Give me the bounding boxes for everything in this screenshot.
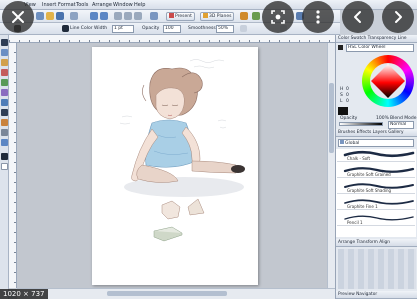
menu-tools[interactable]: Tools xyxy=(76,2,88,8)
tools-palette xyxy=(0,35,9,299)
node-tool-icon[interactable] xyxy=(1,49,8,56)
opacity-label: Opacity xyxy=(142,26,160,31)
brush-item-label: Graphite Soft Grained xyxy=(347,172,391,177)
fill-tool-icon[interactable] xyxy=(1,79,8,86)
ruler-vertical xyxy=(9,43,17,288)
opacity-slider[interactable] xyxy=(339,122,383,126)
next-image-button[interactable] xyxy=(382,1,414,33)
save-icon[interactable] xyxy=(56,12,64,20)
background-color-swatch[interactable] xyxy=(1,163,8,170)
brush-item[interactable]: Chalk - Soft xyxy=(337,149,415,162)
horizontal-scrollbar[interactable] xyxy=(17,288,335,299)
brush-item[interactable]: Pencil 1 xyxy=(337,213,415,226)
lens-icon xyxy=(271,10,285,24)
line-color-swatch[interactable] xyxy=(62,25,69,32)
brush-tool-left-icon[interactable] xyxy=(1,69,8,76)
image-dimensions-badge: 1020 × 737 xyxy=(0,289,48,299)
shape-tool-icon[interactable] xyxy=(252,12,260,20)
redo-icon[interactable] xyxy=(100,12,108,20)
chevron-right-icon xyxy=(395,11,402,23)
menu-arrange[interactable]: Arrange xyxy=(92,2,112,8)
close-button[interactable] xyxy=(2,1,34,33)
brush-item[interactable]: Graphite Soft Grained xyxy=(337,165,415,178)
pointer-tool-icon[interactable] xyxy=(1,39,8,46)
zoom-icon[interactable] xyxy=(150,12,158,20)
right-panel: Color Swatch Transparency Line HSL Color… xyxy=(335,35,417,299)
present-icon xyxy=(169,13,174,18)
bottom-panel-tabs[interactable]: Preview Navigator xyxy=(336,291,417,299)
s-label: S xyxy=(340,93,343,98)
menu-window[interactable]: Window xyxy=(113,2,133,8)
opacity-field[interactable]: 100 xyxy=(163,25,181,33)
hand-tool-icon[interactable] xyxy=(1,139,8,146)
foreground-color-swatch[interactable] xyxy=(1,153,8,160)
brush-category-select[interactable]: Global xyxy=(338,139,414,147)
pen-tool-icon[interactable] xyxy=(1,59,8,66)
width-label: Width xyxy=(94,26,108,31)
current-color-swatch[interactable] xyxy=(338,107,348,115)
brushes-panel-tabs[interactable]: Brushes Effects Layers Gallery xyxy=(336,129,417,137)
vertical-scrollbar[interactable] xyxy=(327,43,335,288)
arrange-panel-tabs[interactable]: Arrange Transform Align xyxy=(336,239,417,247)
menu-insert[interactable]: Insert xyxy=(42,2,56,8)
color-panel-tabs[interactable]: Color Swatch Transparency Line xyxy=(336,35,417,43)
global-icon xyxy=(340,140,344,144)
lens-button[interactable] xyxy=(262,1,294,33)
opacity-label-panel: Opacity xyxy=(340,116,358,121)
brush-item[interactable]: Graphite Fine 1 xyxy=(337,197,415,210)
arrange-buttons[interactable] xyxy=(338,249,416,289)
s-value: 0 xyxy=(346,93,349,98)
brush-item-label: Graphite Soft Shading xyxy=(347,188,392,193)
width-field[interactable]: 1 pt xyxy=(112,25,134,33)
color-wheel[interactable] xyxy=(362,55,414,107)
vertical-scroll-thumb[interactable] xyxy=(329,83,334,153)
print-icon[interactable] xyxy=(70,12,78,20)
brush-tool-icon[interactable] xyxy=(240,12,248,20)
new-icon[interactable] xyxy=(36,12,44,20)
h-value: 0 xyxy=(346,87,349,92)
zoom-tool-icon[interactable] xyxy=(1,129,8,136)
menu-format[interactable]: Format xyxy=(58,2,76,8)
child-sketch-image xyxy=(119,59,245,242)
previous-image-button[interactable] xyxy=(342,1,374,33)
eraser-tool-icon[interactable] xyxy=(1,89,8,96)
copy-icon[interactable] xyxy=(124,12,132,20)
brush-item-label: Chalk - Soft xyxy=(347,156,371,161)
smoothness-field[interactable]: 50% xyxy=(216,25,234,33)
line-color-label: Line Color xyxy=(70,26,93,31)
color-mode-select[interactable]: HSL Color Wheel xyxy=(346,44,414,52)
paste-icon[interactable] xyxy=(134,12,142,20)
planes-icon xyxy=(203,13,208,18)
ruler-horizontal xyxy=(9,35,335,43)
eyedropper-icon[interactable] xyxy=(338,45,343,50)
cut-icon[interactable] xyxy=(114,12,122,20)
brush-item[interactable]: Graphite Soft Shading xyxy=(337,181,415,194)
undo-icon[interactable] xyxy=(90,12,98,20)
menu-help[interactable]: Help xyxy=(134,2,145,8)
chevron-left-icon xyxy=(354,11,361,23)
open-icon[interactable] xyxy=(46,12,54,20)
close-icon xyxy=(12,11,24,23)
shape-tool-left-icon[interactable] xyxy=(1,99,8,106)
crop-tool-icon[interactable] xyxy=(1,119,8,126)
horizontal-scroll-thumb[interactable] xyxy=(107,291,227,296)
smoothness-label: Smoothness xyxy=(188,26,216,31)
opacity-value-panel: 100% xyxy=(376,116,389,121)
present-button[interactable]: Present xyxy=(166,12,195,21)
more-vert-icon xyxy=(316,10,320,24)
h-label: H xyxy=(340,87,344,92)
brush-item-label: Pencil 1 xyxy=(347,220,363,225)
text-tool-icon[interactable] xyxy=(1,109,8,116)
blend-mode-select[interactable]: Normal xyxy=(388,121,414,129)
option-icon[interactable] xyxy=(240,25,247,32)
3d-planes-button[interactable]: 3D Planes xyxy=(200,12,235,21)
brush-item-label: Graphite Fine 1 xyxy=(347,204,378,209)
l-value: 0 xyxy=(346,99,349,104)
drawing-page[interactable] xyxy=(92,47,258,285)
l-label: L xyxy=(340,99,343,104)
brush-list: Chalk - Soft Graphite Soft Grained Graphit… xyxy=(336,149,416,237)
more-options-button[interactable] xyxy=(302,1,334,33)
